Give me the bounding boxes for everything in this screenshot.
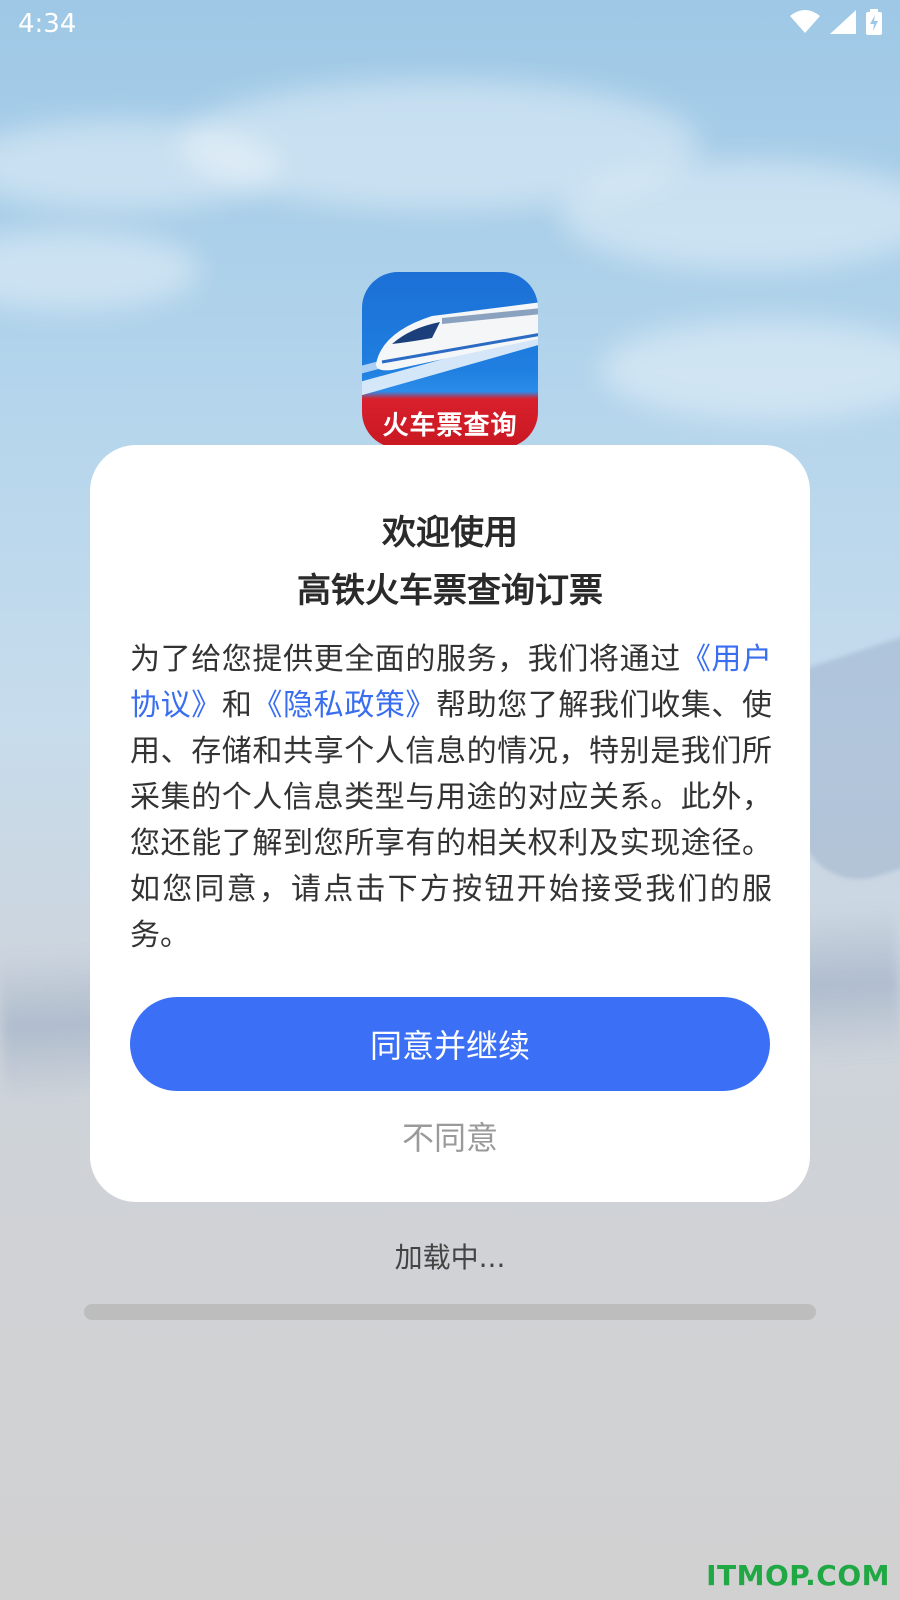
and-text: 和 [221, 688, 253, 723]
dialog-subtitle: 高铁火车票查询订票 [297, 571, 603, 611]
battery-charging-icon [866, 9, 882, 39]
status-bar: 4:34 [0, 0, 900, 48]
app-logo: 火车票查询 [362, 272, 538, 448]
train-icon [362, 302, 538, 396]
agree-continue-button[interactable]: 同意并继续 [130, 997, 770, 1091]
watermark: ITMOP.COM [706, 1559, 890, 1592]
status-time: 4:34 [18, 9, 77, 39]
app-logo-label: 火车票查询 [382, 411, 518, 441]
loading-text: 加载中... [394, 1241, 506, 1274]
cellular-signal-icon [830, 10, 856, 38]
privacy-policy-link[interactable]: 《隐私政策》 [252, 688, 436, 723]
body-suffix: 帮助您了解我们收集、使用、存储和共享个人信息的情况，特别是我们所采集的个人信息类… [130, 688, 773, 953]
body-prefix: 为了给您提供更全面的服务，我们将通过 [130, 642, 681, 677]
privacy-consent-dialog: 欢迎使用 高铁火车票查询订票 为了给您提供更全面的服务，我们将通过《用户协议》和… [90, 445, 810, 1202]
wifi-icon [790, 10, 820, 38]
status-icons [790, 9, 882, 39]
loading-progress-bar [84, 1304, 816, 1320]
disagree-button[interactable]: 不同意 [90, 1113, 810, 1159]
dialog-title: 欢迎使用 [382, 513, 518, 553]
dialog-body-text: 为了给您提供更全面的服务，我们将通过《用户协议》和《隐私政策》帮助您了解我们收集… [130, 637, 772, 959]
